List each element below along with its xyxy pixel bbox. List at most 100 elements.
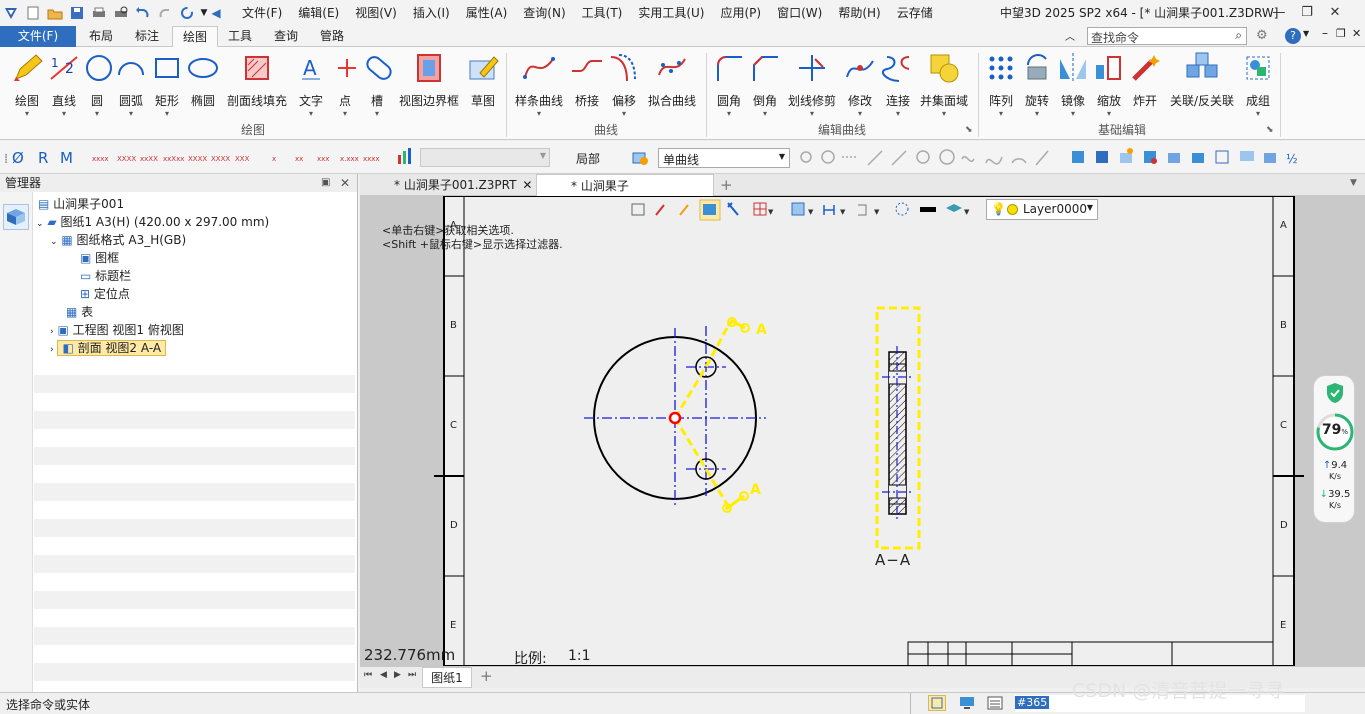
tab-inquire[interactable]: 查询 — [266, 26, 306, 47]
spline-button[interactable]: 样条曲线 ▾ — [512, 51, 566, 121]
slot-button[interactable]: 槽 ▾ — [362, 51, 392, 121]
tree-item-table[interactable]: ▦ 表 — [66, 303, 93, 321]
save-icon[interactable] — [66, 2, 88, 24]
rotate-button[interactable]: 旋转 ▾ — [1020, 51, 1054, 121]
command-search-input[interactable]: 查找命令 ⌕ — [1087, 27, 1247, 45]
join-button[interactable]: 连接 ▾ — [880, 51, 916, 121]
scope-label[interactable]: 局部 — [576, 150, 600, 167]
quick-access-dropdown-icon[interactable]: ▼ — [198, 2, 210, 24]
associate-button[interactable]: 关联/反关联 — [1166, 51, 1238, 121]
menu-cloud[interactable]: 云存储 — [889, 0, 941, 26]
menu-attribute[interactable]: 属性(A) — [458, 0, 516, 26]
curve-filter-select[interactable]: 单曲线 ▼ — [658, 148, 790, 168]
tab-tools[interactable]: 工具 — [220, 26, 260, 47]
tab-piping[interactable]: 管路 — [312, 26, 352, 47]
settings-gear-icon[interactable]: ⚙ — [1256, 28, 1268, 43]
expand-chevron-icon[interactable]: ⌄ — [36, 219, 44, 229]
tab-file[interactable]: 文件(F) — [0, 26, 76, 47]
tab-list-icon[interactable]: ▼ — [1350, 178, 1357, 188]
tree-item-sheet-format[interactable]: ⌄ ▦ 图纸格式 A3_H(GB) — [50, 231, 186, 249]
expand-chevron-icon[interactable]: ⌄ — [50, 237, 58, 247]
fit-curve-button[interactable]: 拟合曲线 — [644, 51, 700, 121]
tab-annotate[interactable]: 标注 — [126, 26, 168, 47]
sketch-button[interactable]: 草图 — [464, 51, 502, 121]
doc-tab-drawing[interactable]: * 山涧果子001.Z3DRW✕ — [536, 174, 714, 215]
lightbulb-icon[interactable]: 💡 — [991, 202, 1006, 216]
panel-pin-icon[interactable]: ▣ — [321, 174, 330, 192]
redo-icon[interactable] — [154, 2, 176, 24]
menu-view[interactable]: 视图(V) — [347, 0, 405, 26]
tab-layout[interactable]: 布局 — [80, 26, 122, 47]
ellipse-button[interactable]: 椭圆 — [186, 51, 220, 121]
collapse-chevron-icon[interactable]: › — [50, 345, 54, 355]
hatch-fill-button[interactable]: 剖面线填充 — [224, 51, 290, 121]
union-region-button[interactable]: 并集面域 ▾ — [918, 51, 970, 121]
tree-item-view1[interactable]: › ▣ 工程图 视图1 俯视图 — [50, 321, 184, 339]
chamfer-button[interactable]: 倒角 ▾ — [748, 51, 782, 121]
collapse-ribbon-icon[interactable]: ︿ — [1065, 28, 1079, 43]
menu-help[interactable]: 帮助(H) — [830, 0, 888, 26]
group-expand-icon[interactable]: ⬊ — [965, 125, 973, 135]
refresh-icon[interactable] — [176, 2, 198, 24]
menu-apps[interactable]: 应用(P) — [713, 0, 770, 26]
filter-icon[interactable] — [631, 149, 649, 167]
tree-item-title-block[interactable]: ▭ 标题栏 — [80, 267, 131, 285]
status-toggle-icon[interactable] — [928, 695, 946, 711]
system-monitor-widget[interactable]: 79% ↑9.4 K/s ↓39.5 K/s — [1313, 375, 1355, 523]
menu-tools[interactable]: 工具(T) — [574, 0, 631, 26]
doc-minimize-button[interactable]: – — [1322, 26, 1328, 40]
restore-button[interactable]: ❐ — [1296, 3, 1318, 23]
open-file-icon[interactable] — [44, 2, 66, 24]
group-expand-icon[interactable]: ⬊ — [1266, 125, 1274, 135]
group-button[interactable]: 成组 ▾ — [1240, 51, 1276, 121]
menu-insert[interactable]: 插入(I) — [405, 0, 458, 26]
view-boundary-button[interactable]: 视图边界框 — [396, 51, 462, 121]
menu-edit[interactable]: 编辑(E) — [290, 0, 347, 26]
app-logo-icon[interactable] — [0, 2, 22, 24]
display-icon[interactable] — [958, 695, 976, 711]
tree-item-frame[interactable]: ▣ 图框 — [80, 249, 119, 267]
list-icon[interactable] — [986, 695, 1004, 711]
print-icon[interactable] — [88, 2, 110, 24]
close-button[interactable]: ✕ — [1324, 3, 1346, 23]
doc-restore-button[interactable]: ❐ — [1336, 27, 1346, 40]
modify-button[interactable]: 修改 ▾ — [842, 51, 878, 121]
explode-button[interactable]: 炸开 — [1128, 51, 1162, 121]
draw-button[interactable]: 绘图 ▾ — [8, 51, 46, 121]
close-tab-icon[interactable]: ✕ — [522, 178, 532, 192]
mirror-button[interactable]: 镜像 ▾ — [1056, 51, 1090, 121]
layer-select[interactable]: 💡 Layer0000 ▼ — [986, 199, 1098, 220]
menu-window[interactable]: 窗口(W) — [769, 0, 830, 26]
bridge-button[interactable]: 桥接 — [570, 51, 604, 121]
next-sheet-icon[interactable]: ▶ — [394, 670, 401, 680]
sheet-tab[interactable]: 图纸1 — [422, 667, 472, 688]
new-tab-icon[interactable]: + — [720, 174, 733, 196]
menu-file[interactable]: 文件(F) — [234, 0, 290, 26]
help-icon[interactable]: ? — [1285, 28, 1301, 44]
line-button[interactable]: 2 1 直线 ▾ — [46, 51, 82, 121]
print-preview-icon[interactable] — [110, 2, 132, 24]
offset-button[interactable]: 偏移 ▾ — [606, 51, 642, 121]
tree-item-root[interactable]: ▤ 山涧果子001 — [38, 195, 124, 213]
doc-close-button[interactable]: ✕ — [1352, 27, 1361, 40]
menu-inquire[interactable]: 查询(N) — [515, 0, 573, 26]
last-sheet-icon[interactable]: ⏭ — [408, 670, 416, 680]
tree-item-section-view[interactable]: › ◧ 剖面 视图2 A-A — [50, 339, 167, 357]
circle-button[interactable]: 圆 ▾ — [82, 51, 112, 121]
manager-tab-icon[interactable] — [3, 204, 29, 230]
drawing-canvas[interactable]: A A A−A A B C D E A B C D E <单击右键>获取相关选项… — [360, 196, 1365, 666]
arc-button[interactable]: 圆弧 ▾ — [114, 51, 148, 121]
scale-button[interactable]: 缩放 ▾ — [1092, 51, 1126, 121]
panel-close-icon[interactable]: ✕ — [340, 174, 350, 192]
floating-tool-icons[interactable]: ▼ ▼ ▼ ▼ ▼ — [628, 199, 988, 221]
collapse-arrow-icon[interactable]: ◀ — [210, 2, 222, 24]
tab-draw[interactable]: 绘图 — [172, 26, 218, 47]
first-sheet-icon[interactable]: ⏮ — [364, 670, 372, 680]
doc-tab-part[interactable]: * 山涧果子001.Z3PRT ✕ — [360, 174, 534, 196]
text-button[interactable]: A 文字 ▾ — [294, 51, 328, 121]
add-sheet-icon[interactable]: + — [480, 667, 493, 685]
menu-utilities[interactable]: 实用工具(U) — [630, 0, 712, 26]
prev-sheet-icon[interactable]: ◀ — [380, 670, 387, 680]
chart-color-icon[interactable] — [396, 147, 414, 165]
undo-icon[interactable] — [132, 2, 154, 24]
